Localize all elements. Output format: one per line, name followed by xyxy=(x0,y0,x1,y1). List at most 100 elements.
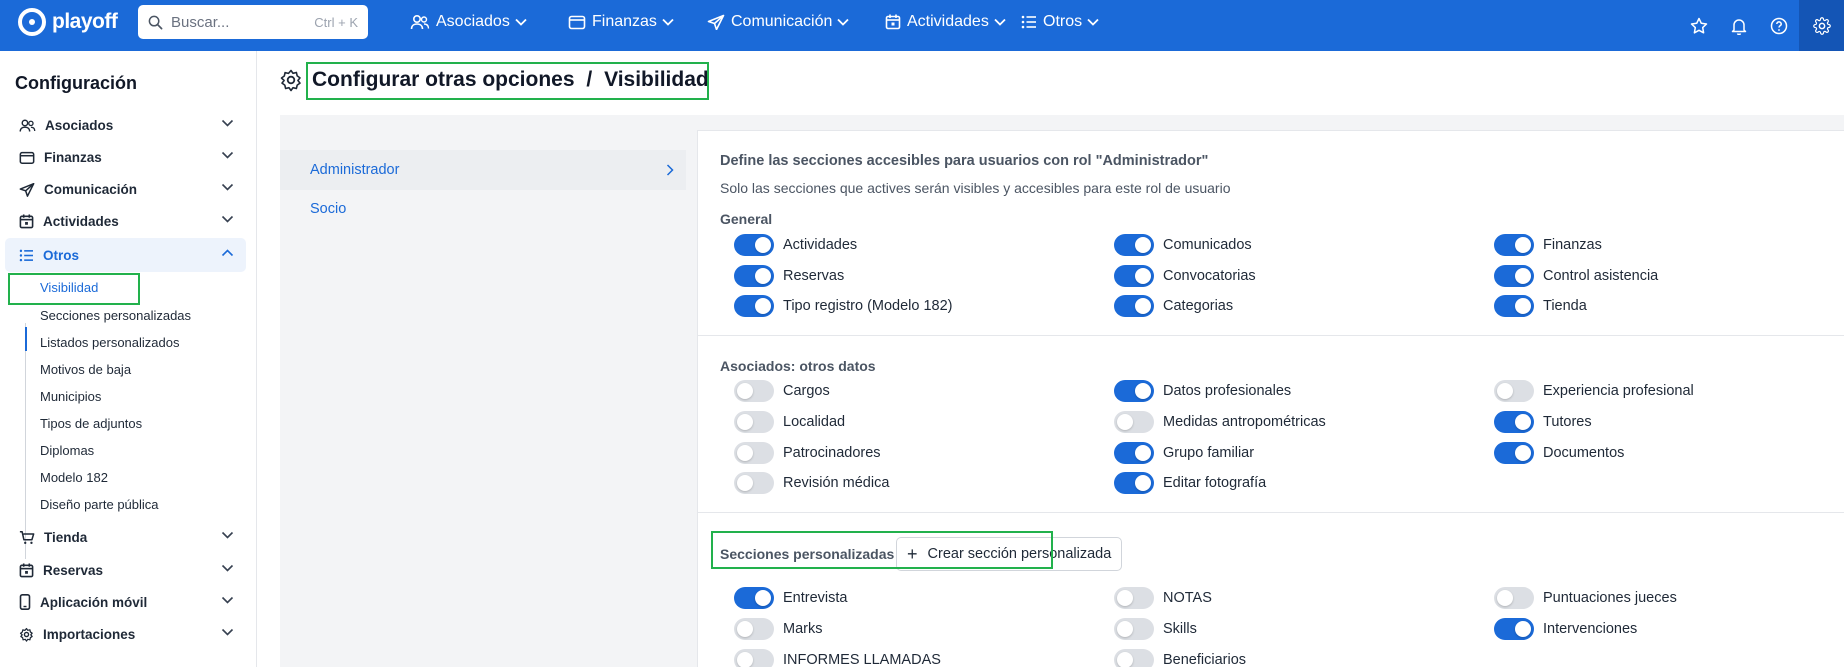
toggle-switch[interactable] xyxy=(734,649,774,667)
toggle-medidas-antropometricas[interactable]: Medidas antropométricas xyxy=(1114,411,1326,433)
toggle-label: Tienda xyxy=(1543,298,1587,314)
toggle-switch[interactable] xyxy=(1114,587,1154,609)
sidebar-item-otros[interactable]: Otros xyxy=(5,238,246,272)
toggle-cargos[interactable]: Cargos xyxy=(734,380,830,402)
toggle-label: Intervenciones xyxy=(1543,621,1638,637)
sidebar-subitem-diplomas[interactable]: Diplomas xyxy=(40,443,94,458)
settings-button[interactable] xyxy=(1799,0,1844,51)
toggle-grupo-familiar[interactable]: Grupo familiar xyxy=(1114,442,1254,464)
nav-otros[interactable]: Otros xyxy=(1021,0,1099,43)
notifications-button[interactable] xyxy=(1719,4,1759,47)
toggle-label: Comunicados xyxy=(1163,237,1252,253)
toggle-convocatorias[interactable]: Convocatorias xyxy=(1114,265,1256,287)
list-icon xyxy=(1021,15,1036,28)
toggle-actividades[interactable]: Actividades xyxy=(734,234,857,256)
bell-icon xyxy=(1731,18,1747,35)
role-label: Administrador xyxy=(310,162,400,178)
sidebar-subitem-listados-personalizados[interactable]: Listados personalizados xyxy=(40,335,179,350)
toggle-skills[interactable]: Skills xyxy=(1114,618,1197,640)
toggle-marks[interactable]: Marks xyxy=(734,618,822,640)
toggle-switch[interactable] xyxy=(734,380,774,402)
toggle-reservas[interactable]: Reservas xyxy=(734,265,844,287)
toggle-entrevista[interactable]: Entrevista xyxy=(734,587,847,609)
toggle-datos-profesionales[interactable]: Datos profesionales xyxy=(1114,380,1291,402)
toggle-switch[interactable] xyxy=(1494,380,1534,402)
sidebar-subitem-modelo-182[interactable]: Modelo 182 xyxy=(40,470,108,485)
toggle-label: Reservas xyxy=(783,268,845,284)
role-item-administrador[interactable]: Administrador xyxy=(280,150,686,190)
toggle-switch[interactable] xyxy=(734,295,774,317)
sidebar-subitem-secciones-personalizadas[interactable]: Secciones personalizadas xyxy=(40,308,191,323)
toggle-switch[interactable] xyxy=(1114,295,1154,317)
nav-actividades[interactable]: Actividades xyxy=(885,0,1006,43)
toggle-beneficiarios[interactable]: Beneficiarios xyxy=(1114,649,1246,667)
sidebar-subitem-diseno-parte-publica[interactable]: Diseño parte pública xyxy=(40,497,159,512)
brand-name: playoff xyxy=(52,10,118,33)
toggle-switch[interactable] xyxy=(1114,649,1154,667)
toggle-documentos[interactable]: Documentos xyxy=(1494,442,1624,464)
brand-logo[interactable]: playoff xyxy=(18,8,118,36)
toggle-label: Tutores xyxy=(1543,414,1592,430)
toggle-switch[interactable] xyxy=(1494,295,1534,317)
toggle-switch[interactable] xyxy=(734,472,774,494)
toggle-label: Entrevista xyxy=(783,590,848,606)
toggle-informes-llamadas[interactable]: INFORMES LLAMADAS xyxy=(734,649,941,667)
toggle-switch[interactable] xyxy=(1114,472,1154,494)
toggle-notas[interactable]: NOTAS xyxy=(1114,587,1212,609)
nav-asociados[interactable]: Asociados xyxy=(410,0,527,43)
toggle-switch[interactable] xyxy=(1494,411,1534,433)
toggle-comunicados[interactable]: Comunicados xyxy=(1114,234,1252,256)
sidebar-item-comunicacion[interactable]: Comunicación xyxy=(5,172,246,206)
toggle-switch[interactable] xyxy=(1114,411,1154,433)
sidebar-subitem-motivos-de-baja[interactable]: Motivos de baja xyxy=(40,362,131,377)
sidebar-item-finanzas[interactable]: Finanzas xyxy=(5,140,246,174)
sidebar-item-tienda[interactable]: Tienda xyxy=(5,520,246,554)
toggle-patrocinadores[interactable]: Patrocinadores xyxy=(734,442,881,464)
toggle-switch[interactable] xyxy=(734,234,774,256)
favorites-button[interactable] xyxy=(1679,4,1719,47)
sidebar-item-importaciones[interactable]: Importaciones xyxy=(5,617,246,651)
toggle-switch[interactable] xyxy=(734,265,774,287)
toggle-switch[interactable] xyxy=(1114,234,1154,256)
toggle-control-asistencia[interactable]: Control asistencia xyxy=(1494,265,1658,287)
toggle-switch[interactable] xyxy=(1494,442,1534,464)
toggle-tutores[interactable]: Tutores xyxy=(1494,411,1592,433)
toggle-switch[interactable] xyxy=(1114,265,1154,287)
toggle-tipo-registro[interactable]: Tipo registro (Modelo 182) xyxy=(734,295,953,317)
sidebar-item-actividades[interactable]: Actividades xyxy=(5,204,246,238)
help-button[interactable] xyxy=(1759,4,1799,47)
toggle-editar-fotografia[interactable]: Editar fotografía xyxy=(1114,472,1266,494)
toggle-experiencia-profesional[interactable]: Experiencia profesional xyxy=(1494,380,1694,402)
toggle-switch[interactable] xyxy=(1494,265,1534,287)
toggle-switch[interactable] xyxy=(1114,380,1154,402)
toggle-switch[interactable] xyxy=(734,411,774,433)
toggle-switch[interactable] xyxy=(1114,618,1154,640)
toggle-switch[interactable] xyxy=(1114,442,1154,464)
toggle-revision-medica[interactable]: Revisión médica xyxy=(734,472,889,494)
toggle-intervenciones[interactable]: Intervenciones xyxy=(1494,618,1637,640)
sidebar-item-reservas[interactable]: Reservas xyxy=(5,553,246,587)
role-item-socio[interactable]: Socio xyxy=(280,189,686,229)
toggle-switch[interactable] xyxy=(734,618,774,640)
send-icon xyxy=(707,14,725,30)
sidebar-subitem-municipios[interactable]: Municipios xyxy=(40,389,101,404)
toggle-categorias[interactable]: Categorias xyxy=(1114,295,1233,317)
nav-comunicacion[interactable]: Comunicación xyxy=(707,0,850,43)
toggle-switch[interactable] xyxy=(734,587,774,609)
toggle-switch[interactable] xyxy=(1494,618,1534,640)
nav-finanzas[interactable]: Finanzas xyxy=(568,0,674,43)
chevron-up-icon xyxy=(221,249,234,257)
sidebar: Configuración Asociados Finanzas Comunic… xyxy=(0,51,257,667)
sidebar-subitem-tipos-de-adjuntos[interactable]: Tipos de adjuntos xyxy=(40,416,142,431)
toggle-switch[interactable] xyxy=(1494,587,1534,609)
toggle-switch[interactable] xyxy=(734,442,774,464)
sidebar-item-aplicacion-movil[interactable]: Aplicación móvil xyxy=(5,585,246,619)
toggle-switch[interactable] xyxy=(1494,234,1534,256)
search-input[interactable]: Buscar... Ctrl + K xyxy=(138,5,368,39)
toggle-finanzas[interactable]: Finanzas xyxy=(1494,234,1602,256)
toggle-tienda[interactable]: Tienda xyxy=(1494,295,1587,317)
toggle-localidad[interactable]: Localidad xyxy=(734,411,845,433)
toggle-label: Actividades xyxy=(783,237,858,253)
toggle-puntuaciones-jueces[interactable]: Puntuaciones jueces xyxy=(1494,587,1677,609)
sidebar-item-asociados[interactable]: Asociados xyxy=(5,108,246,142)
